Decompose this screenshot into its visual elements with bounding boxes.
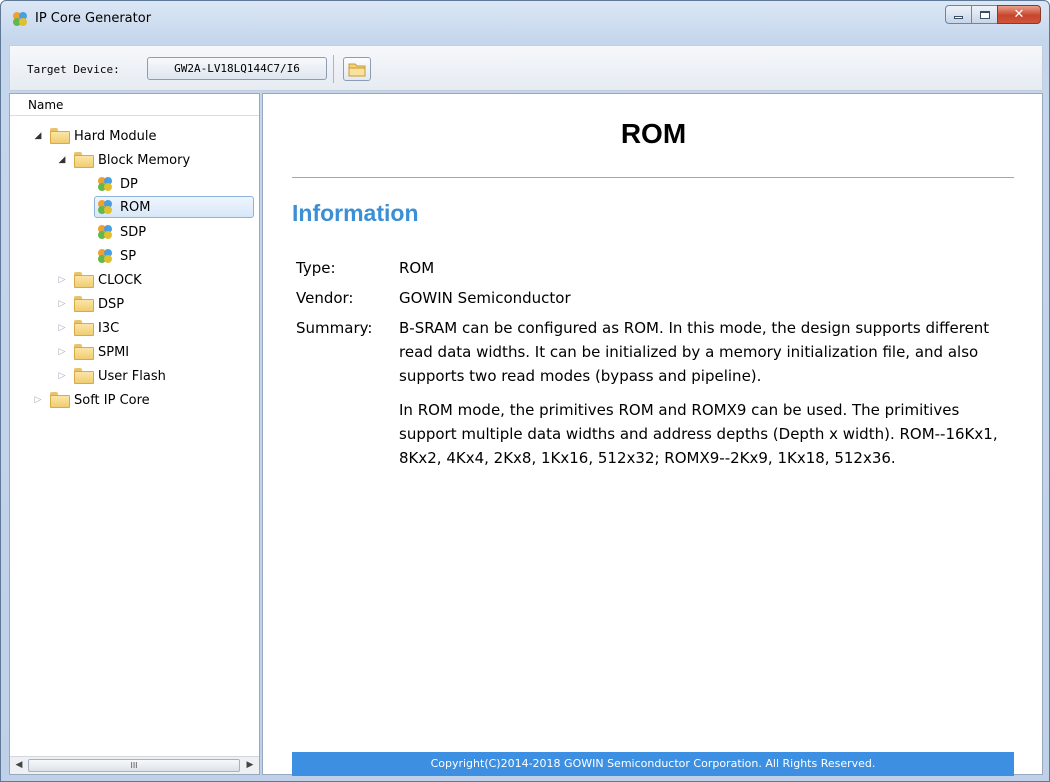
tree-item-dp[interactable]: DP bbox=[92, 173, 138, 195]
info-table: Type: ROM Vendor: GOWIN Semiconductor Su… bbox=[296, 256, 1016, 486]
minimize-icon bbox=[954, 15, 963, 19]
tree-item-label: Soft IP Core bbox=[74, 392, 150, 408]
tree-item-dsp[interactable]: ▷ DSP bbox=[56, 293, 124, 315]
folder-icon bbox=[74, 320, 94, 336]
tree-item-label: SDP bbox=[120, 224, 147, 240]
toolbar: Target Device: GW2A-LV18LQ144C7/I6 bbox=[9, 45, 1043, 91]
vendor-label: Vendor: bbox=[296, 289, 354, 307]
tree-column-header[interactable]: Name bbox=[10, 94, 259, 116]
minimize-button[interactable] bbox=[945, 5, 972, 24]
information-heading: Information bbox=[292, 200, 419, 226]
ip-title: ROM bbox=[620, 118, 687, 149]
summary-paragraph-2: In ROM mode, the primitives ROM and ROMX… bbox=[399, 401, 998, 467]
folder-icon bbox=[74, 152, 94, 168]
window-title: IP Core Generator bbox=[35, 11, 152, 26]
tree-item-sp[interactable]: SP bbox=[92, 245, 136, 267]
tree-item-label: Block Memory bbox=[98, 152, 191, 168]
collapsed-arrow-icon[interactable]: ▷ bbox=[56, 275, 68, 285]
scroll-right-icon[interactable]: ▶ bbox=[245, 760, 255, 770]
maximize-button[interactable] bbox=[971, 5, 998, 24]
tree-item-i3c[interactable]: ▷ I3C bbox=[56, 317, 119, 339]
tree-item-label: DP bbox=[120, 176, 138, 192]
copyright-footer: Copyright(C)2014-2018 GOWIN Semiconducto… bbox=[292, 752, 1014, 776]
folder-icon bbox=[74, 296, 94, 312]
tree-item-sdp[interactable]: SDP bbox=[92, 221, 146, 243]
tree-item-user-flash[interactable]: ▷ User Flash bbox=[56, 365, 166, 387]
app-window: IP Core Generator ✕ Target Device: GW2A-… bbox=[0, 0, 1050, 782]
tree-item-label: SPMI bbox=[98, 344, 130, 360]
type-value: ROM bbox=[399, 259, 435, 277]
info-row-summary: Summary: B-SRAM can be configured as ROM… bbox=[296, 316, 1016, 480]
scrollbar-thumb[interactable]: III bbox=[28, 759, 240, 772]
tree-item-spmi[interactable]: ▷ SPMI bbox=[56, 341, 129, 363]
toolbar-separator bbox=[333, 55, 334, 83]
window-controls: ✕ bbox=[945, 5, 1041, 24]
tree-item-label: DSP bbox=[98, 296, 125, 312]
folder-icon bbox=[74, 368, 94, 384]
collapsed-arrow-icon[interactable]: ▷ bbox=[32, 395, 44, 405]
summary-paragraph-1: B-SRAM can be configured as ROM. In this… bbox=[399, 319, 990, 385]
ip-core-icon bbox=[98, 200, 112, 214]
tree-item-label: Hard Module bbox=[74, 128, 157, 144]
target-device-button[interactable]: GW2A-LV18LQ144C7/I6 bbox=[147, 57, 327, 80]
collapsed-arrow-icon[interactable]: ▷ bbox=[56, 323, 68, 333]
tree-item-hard-module[interactable]: ◢ Hard Module bbox=[32, 125, 157, 147]
tree-item-rom[interactable]: ROM bbox=[94, 196, 254, 218]
info-row-vendor: Vendor: GOWIN Semiconductor bbox=[296, 286, 1016, 310]
tree-item-soft-ip-core[interactable]: ▷ Soft IP Core bbox=[32, 389, 150, 411]
target-device-label: Target Device: bbox=[27, 63, 120, 76]
tree-item-block-memory[interactable]: ◢ Block Memory bbox=[56, 149, 190, 171]
collapsed-arrow-icon[interactable]: ▷ bbox=[56, 299, 68, 309]
ip-core-icon bbox=[98, 225, 112, 239]
summary-label: Summary: bbox=[296, 319, 373, 337]
folder-icon bbox=[50, 392, 70, 408]
ip-core-icon bbox=[98, 249, 112, 263]
tree-item-label: CLOCK bbox=[98, 272, 142, 288]
tree-item-clock[interactable]: ▷ CLOCK bbox=[56, 269, 142, 291]
ip-core-app-icon bbox=[13, 12, 27, 26]
tree-item-label: ROM bbox=[120, 199, 151, 215]
type-label: Type: bbox=[296, 259, 336, 277]
open-folder-button[interactable] bbox=[343, 57, 371, 81]
expanded-arrow-icon[interactable]: ◢ bbox=[56, 155, 68, 165]
folder-icon bbox=[74, 344, 94, 360]
info-row-type: Type: ROM bbox=[296, 256, 1016, 280]
tree-item-label: I3C bbox=[98, 320, 120, 336]
tree-item-label: SP bbox=[120, 248, 137, 264]
vendor-value: GOWIN Semiconductor bbox=[399, 289, 571, 307]
ip-core-icon bbox=[98, 177, 112, 191]
ip-info-panel: ROM Information Type: ROM Vendor: GOWIN … bbox=[262, 93, 1043, 776]
collapsed-arrow-icon[interactable]: ▷ bbox=[56, 347, 68, 357]
ip-tree-panel: Name ◢ Hard Module ◢ Block Memory DP ROM bbox=[9, 93, 260, 775]
maximize-icon bbox=[979, 10, 990, 19]
tree-item-label: User Flash bbox=[98, 368, 166, 384]
summary-value: B-SRAM can be configured as ROM. In this… bbox=[399, 316, 1016, 480]
collapsed-arrow-icon[interactable]: ▷ bbox=[56, 371, 68, 381]
close-button[interactable]: ✕ bbox=[997, 5, 1041, 24]
folder-icon bbox=[74, 272, 94, 288]
title-bar[interactable]: IP Core Generator ✕ bbox=[1, 1, 1049, 37]
folder-open-icon bbox=[348, 63, 366, 76]
title-divider bbox=[292, 177, 1014, 178]
expanded-arrow-icon[interactable]: ◢ bbox=[32, 131, 44, 141]
scroll-left-icon[interactable]: ◀ bbox=[14, 760, 24, 770]
close-icon: ✕ bbox=[1013, 7, 1025, 22]
folder-icon bbox=[50, 128, 70, 144]
horizontal-scrollbar[interactable]: ◀ III ▶ bbox=[10, 756, 259, 774]
